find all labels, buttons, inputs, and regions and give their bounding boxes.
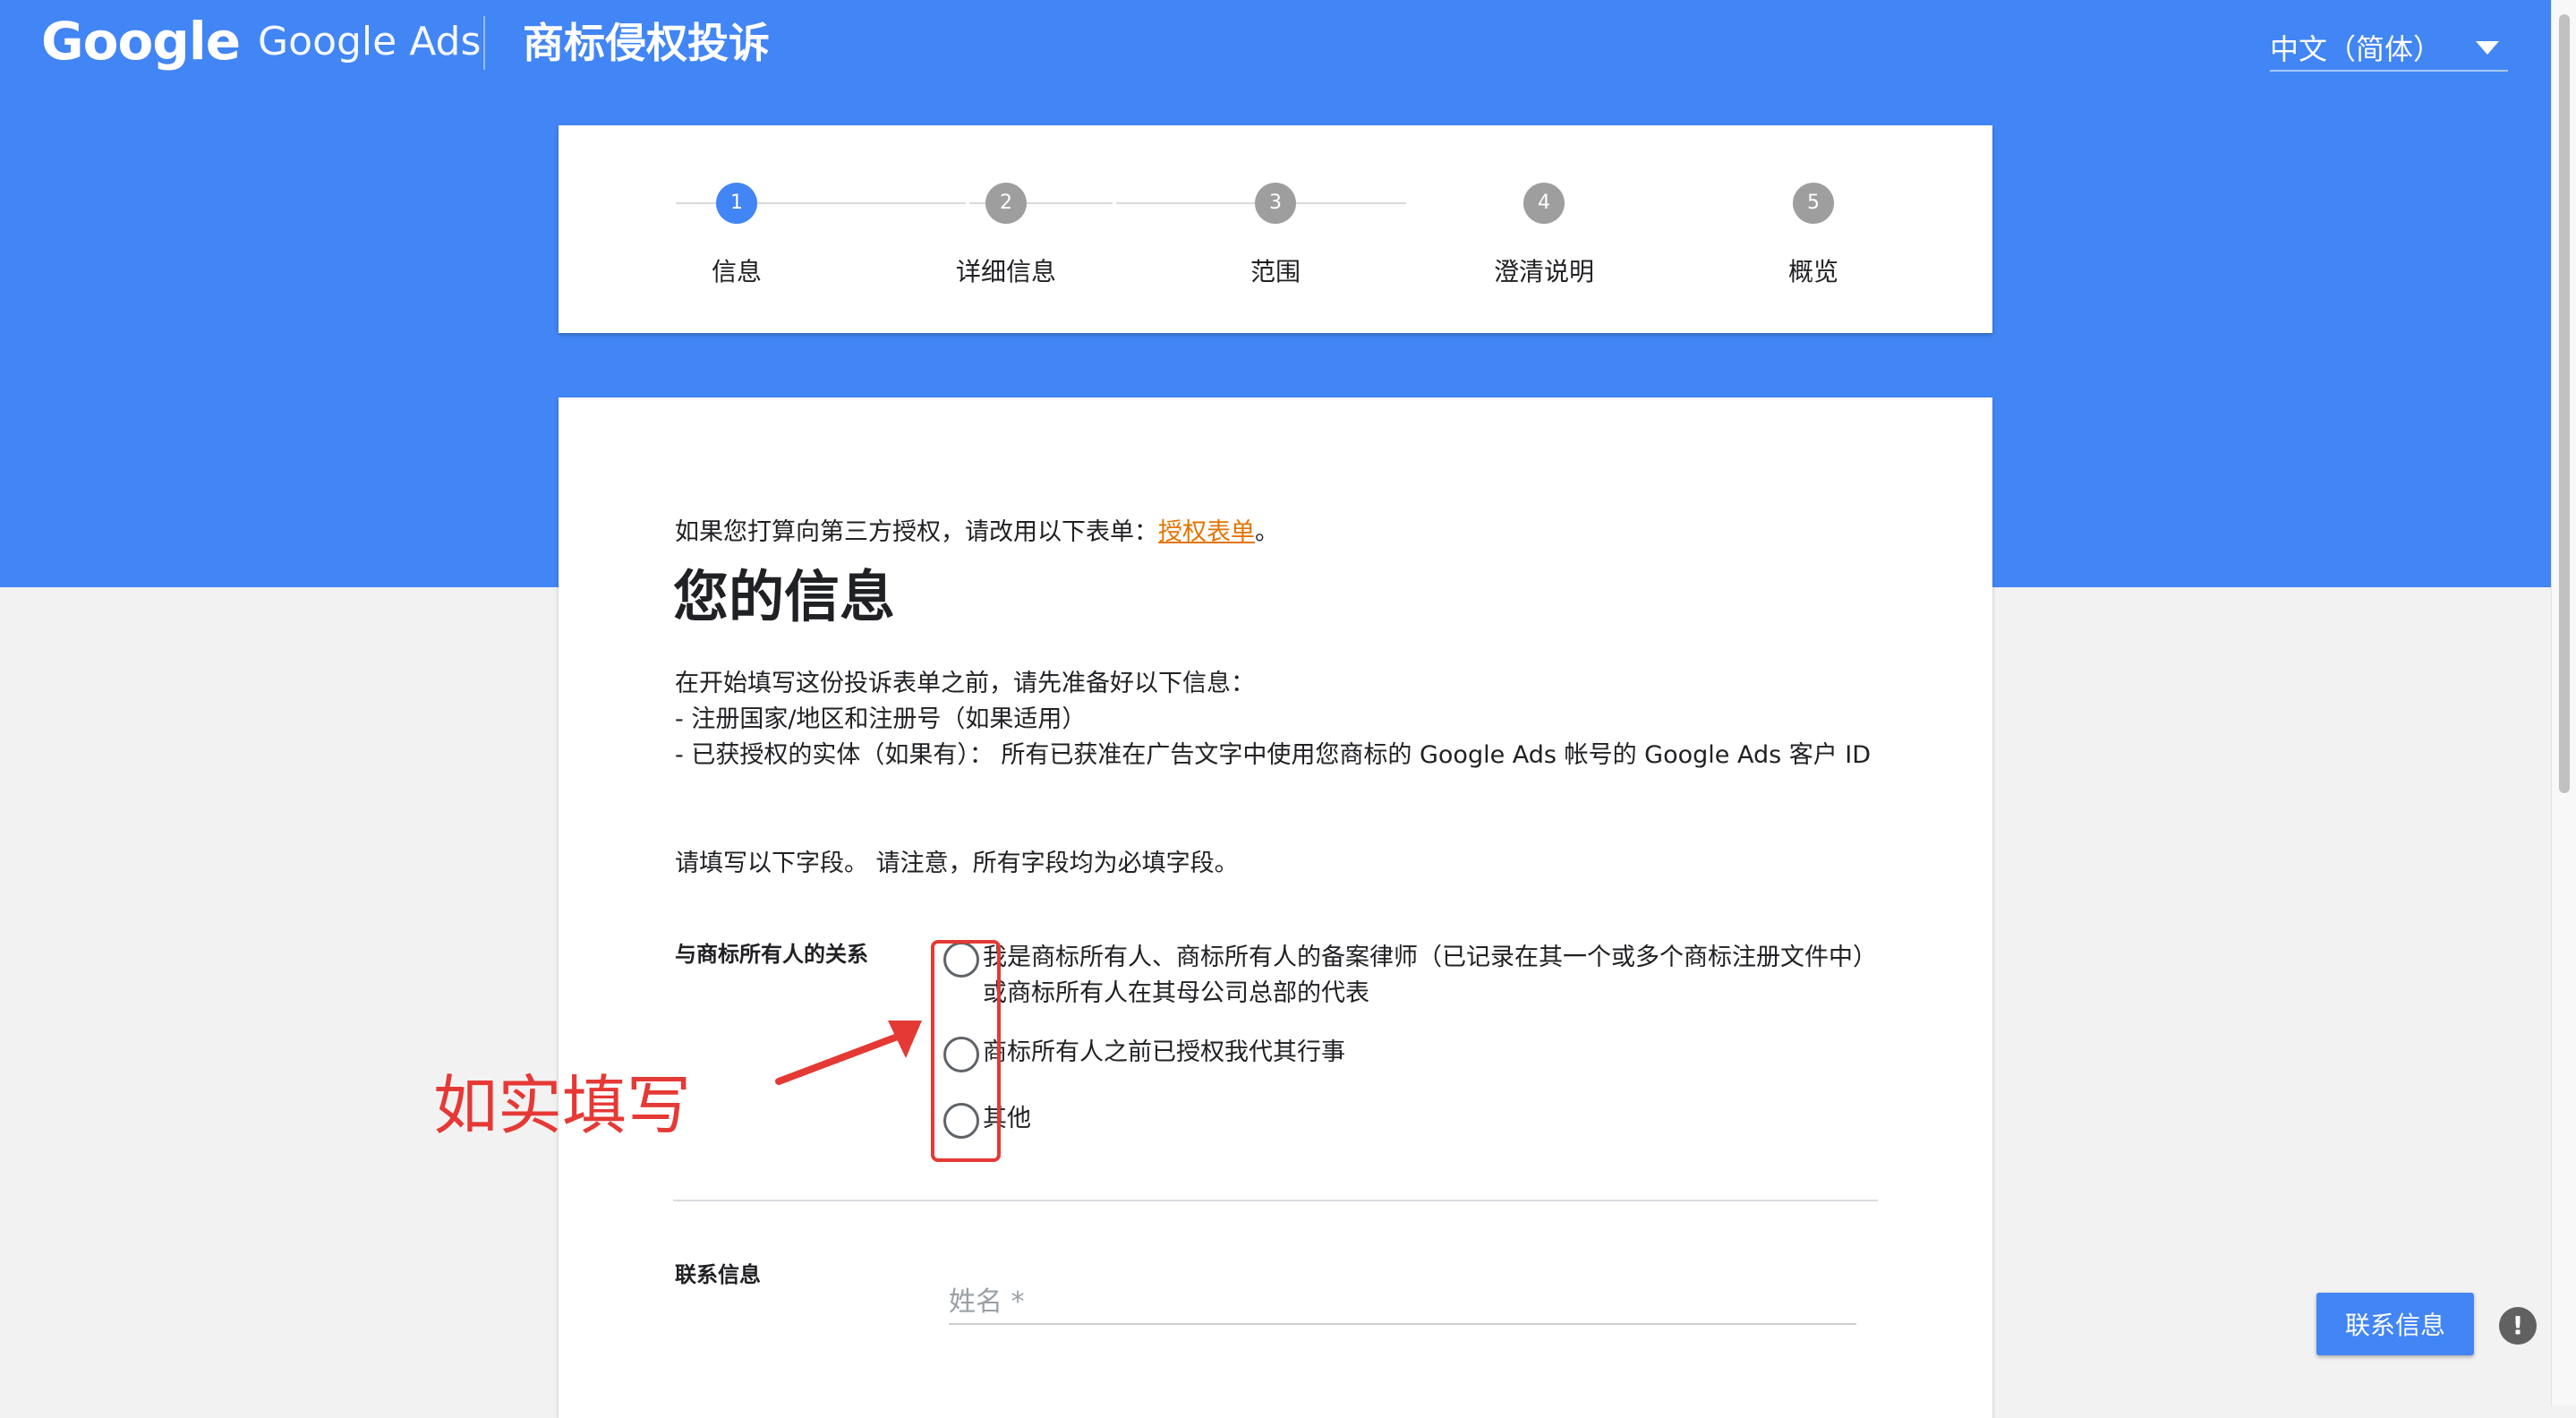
annotation-arrow-icon	[775, 1021, 922, 1085]
intro-text-start: 如果您打算向第三方授权，请改用以下表单：	[675, 518, 1158, 546]
step-2-label: 详细信息	[955, 257, 1056, 286]
product-name: Google Ads	[258, 18, 482, 64]
prep-line: 在开始填写这份投诉表单之前，请先准备好以下信息：	[675, 670, 1255, 697]
step-5-circle[interactable]: 5	[1793, 183, 1834, 224]
step-3-circle[interactable]: 3	[1255, 183, 1296, 224]
preparation-instructions: 在开始填写这份投诉表单之前，请先准备好以下信息： - 注册国家/地区和注册号（如…	[675, 666, 1874, 773]
contact-info-button[interactable]: 联系信息	[2316, 1293, 2474, 1355]
google-logo-text: Google	[41, 11, 241, 72]
language-select[interactable]: 中文（简体）	[2270, 27, 2508, 72]
relationship-option-authorized[interactable]: 商标所有人之前已授权我代其行事	[943, 1035, 1345, 1072]
step-1-label: 信息	[711, 257, 762, 286]
prep-line: - 注册国家/地区和注册号（如果适用）	[675, 705, 1087, 733]
section-divider	[673, 1200, 1878, 1201]
google-ads-logo[interactable]: Google Google Ads	[41, 11, 482, 72]
step-4-label: 澄清说明	[1493, 257, 1594, 286]
radio-label: 我是商标所有人、商标所有人的备案律师（已记录在其一个或多个商标注册文件中）或商标…	[983, 944, 1865, 1007]
form-card: 如果您打算向第三方授权，请改用以下表单：授权表单。 您的信息 在开始填写这份投诉…	[559, 397, 1992, 1418]
relationship-label: 与商标所有人的关系	[675, 942, 868, 967]
contact-info-label: 联系信息	[675, 1262, 761, 1287]
top-bar: Google Google Ads 商标侵权投诉 中文（简体）	[0, 0, 2551, 90]
dropdown-arrow-icon	[2476, 41, 2499, 55]
authorization-form-link[interactable]: 授权表单	[1158, 518, 1255, 546]
step-1-circle[interactable]: 1	[716, 183, 757, 224]
annotation-text: 如实填写	[433, 1068, 692, 1143]
scrollbar-thumb[interactable]	[2559, 14, 2570, 793]
step-5-label: 概览	[1787, 257, 1838, 286]
name-field[interactable]	[949, 1280, 1856, 1325]
relationship-option-owner[interactable]: 我是商标所有人、商标所有人的备案律师（已记录在其一个或多个商标注册文件中）或商标…	[943, 940, 1874, 1012]
progress-stepper: 1 2 3 4 5 信息 详细信息 范围 澄清说明 概览	[559, 125, 1992, 333]
step-connector	[823, 202, 966, 204]
feedback-icon[interactable]: !	[2499, 1307, 2537, 1345]
required-fields-note: 请填写以下字段。 请注意，所有字段均为必填字段。	[675, 850, 1239, 877]
step-4-circle[interactable]: 4	[1523, 183, 1565, 224]
intro-text-end: 。	[1255, 518, 1279, 546]
step-3-label: 范围	[1250, 257, 1301, 286]
radio-label: 商标所有人之前已授权我代其行事	[983, 1038, 1345, 1066]
prep-line: - 已获授权的实体（如果有）： 所有已获准在广告文字中使用您商标的 Google…	[675, 741, 1872, 769]
intro-text: 如果您打算向第三方授权，请改用以下表单：授权表单。	[675, 512, 1279, 547]
section-title: 您的信息	[673, 564, 896, 629]
language-select-value: 中文（简体）	[2270, 32, 2443, 66]
step-2-circle[interactable]: 2	[985, 183, 1027, 224]
annotation-highlight-box	[931, 940, 1001, 1162]
header-divider	[483, 16, 485, 70]
step-connector	[1116, 202, 1259, 204]
page-scrollbar[interactable]	[2551, 0, 2576, 1405]
page-title: 商标侵权投诉	[523, 19, 770, 67]
